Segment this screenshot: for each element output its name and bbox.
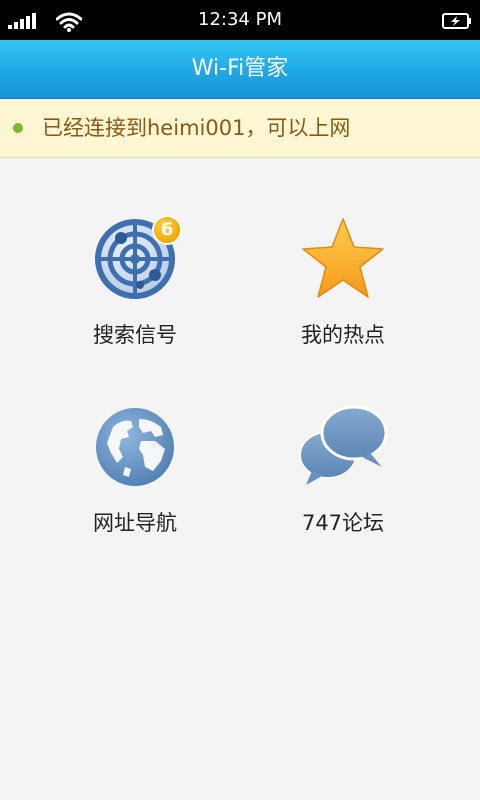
tile-label: 747论坛 [301, 511, 385, 535]
clock: 12:34 PM [198, 9, 282, 30]
forum-tile[interactable]: 747论坛 [243, 405, 443, 555]
connection-status-text: 已经连接到heimi001，可以上网 [42, 116, 351, 140]
battery-charging-icon [442, 13, 471, 29]
tile-label: 我的热点 [301, 323, 385, 347]
chat-bubbles-icon [299, 405, 388, 485]
status-bar: 12:34 PM [0, 0, 480, 40]
connected-status-dot [13, 123, 23, 133]
url-navigation-tile[interactable]: 网址导航 [35, 405, 235, 555]
search-signal-tile[interactable]: 搜索信号 [35, 217, 235, 367]
connection-status-banner[interactable]: 已经连接到heimi001，可以上网 [0, 99, 480, 158]
signal-count-badge: 6 [152, 215, 182, 245]
my-hotspot-tile[interactable]: 我的热点 [243, 217, 443, 367]
star-icon [302, 218, 384, 298]
page-title: Wi-Fi管家 [191, 56, 289, 81]
tile-label: 网址导航 [93, 511, 177, 535]
tile-label: 搜索信号 [93, 323, 177, 347]
globe-icon [96, 408, 174, 486]
title-bar: Wi-Fi管家 [0, 40, 480, 99]
